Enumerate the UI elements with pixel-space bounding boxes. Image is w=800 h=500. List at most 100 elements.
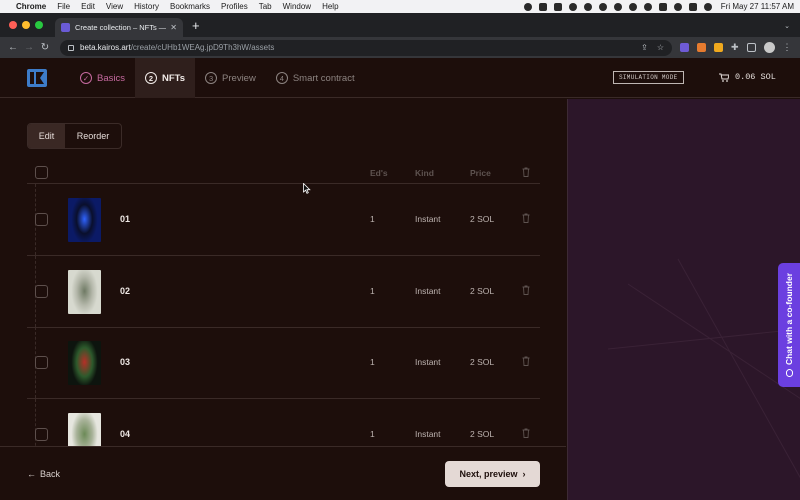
edit-reorder-toggle: Edit Reorder — [27, 123, 122, 149]
close-tab-icon[interactable]: ✕ — [170, 23, 177, 32]
menu-bookmarks[interactable]: Bookmarks — [170, 2, 210, 11]
delete-row-trash-icon[interactable] — [522, 356, 530, 366]
location-icon[interactable] — [613, 2, 622, 11]
reorder-mode-button[interactable]: Reorder — [65, 124, 121, 148]
nft-editions: 1 — [370, 429, 375, 439]
mouse-cursor-icon — [303, 183, 311, 194]
menu-file[interactable]: File — [57, 2, 70, 11]
profile-avatar[interactable] — [763, 42, 775, 53]
step-nav: ✓ Basics 2 NFTs 3 Preview 4 Smart contra… — [70, 58, 365, 98]
back-arrow-icon[interactable]: ← — [6, 42, 20, 53]
control-center-icon[interactable] — [688, 2, 697, 11]
menu-profiles[interactable]: Profiles — [221, 2, 248, 11]
step-label: Basics — [97, 72, 125, 84]
menu-tab[interactable]: Tab — [259, 2, 272, 11]
dropbox-icon[interactable] — [538, 2, 547, 11]
tab-search-icon[interactable]: ⌄ — [784, 22, 790, 30]
minimize-window-icon[interactable] — [22, 21, 30, 29]
delete-all-trash-icon[interactable] — [522, 167, 530, 177]
step-label: NFTs — [161, 72, 186, 84]
tab-title: Create collection – NFTs — Kai — [75, 23, 167, 32]
nft-row[interactable]: 01 1 Instant 2 SOL — [27, 184, 540, 256]
back-label: Back — [40, 469, 61, 479]
delete-row-trash-icon[interactable] — [522, 285, 530, 295]
nft-editions: 1 — [370, 214, 375, 224]
delete-row-trash-icon[interactable] — [522, 213, 530, 223]
menu-help[interactable]: Help — [322, 2, 338, 11]
puzzle-extensions-icon[interactable]: ✚ — [731, 42, 739, 53]
column-kind: Kind — [415, 168, 434, 178]
table-header: Ed's Kind Price — [27, 164, 540, 184]
delete-row-trash-icon[interactable] — [522, 428, 530, 438]
menu-edit[interactable]: Edit — [81, 2, 95, 11]
next-preview-button[interactable]: Next, preview › — [445, 461, 540, 487]
row-checkbox[interactable] — [35, 356, 48, 369]
maximize-window-icon[interactable] — [35, 21, 43, 29]
nft-kind: Instant — [415, 429, 441, 439]
new-tab-icon[interactable]: + — [192, 19, 200, 32]
chrome-menu-icon[interactable]: ⋮ — [783, 42, 792, 53]
cart-amount: 0.06 SOL — [735, 72, 776, 82]
nft-thumbnail[interactable] — [68, 413, 101, 446]
step-nfts[interactable]: 2 NFTs — [134, 58, 196, 98]
menu-history[interactable]: History — [134, 2, 159, 11]
vpn-icon[interactable] — [598, 2, 607, 11]
nft-row[interactable]: 04 1 Instant 2 SOL — [27, 399, 540, 446]
browser-toolbar: ← → ↻ beta.kairos.art/create/cUHb1WEAg.j… — [0, 37, 800, 58]
wifi-icon[interactable] — [673, 2, 682, 11]
menu-app-chrome[interactable]: Chrome — [16, 2, 46, 11]
browser-tab-active[interactable]: Create collection – NFTs — Kai ✕ — [55, 18, 183, 37]
nft-thumbnail[interactable] — [68, 270, 101, 314]
step-smart-contract[interactable]: 4 Smart contract — [266, 58, 365, 98]
row-checkbox[interactable] — [35, 428, 48, 441]
sidebar-icon[interactable] — [746, 43, 756, 52]
extension-metamask-icon[interactable] — [697, 43, 706, 52]
back-button[interactable]: ← Back — [27, 469, 60, 479]
kairos-favicon-icon — [61, 23, 70, 32]
menu-window[interactable]: Window — [283, 2, 311, 11]
cloud-icon[interactable] — [583, 2, 592, 11]
share-icon[interactable]: ⇪ — [641, 43, 648, 52]
menu-clock[interactable]: Fri May 27 11:57 AM — [721, 2, 794, 11]
kairos-logo-icon[interactable] — [27, 69, 47, 87]
arrow-left-icon: ← — [27, 469, 36, 479]
chat-bubble-icon — [785, 369, 793, 378]
reload-icon[interactable]: ↻ — [38, 42, 52, 53]
extension-phantom-icon[interactable] — [714, 43, 723, 52]
lock-icon — [68, 44, 74, 51]
nft-price: 2 SOL — [470, 357, 495, 367]
step-number: 3 — [205, 72, 218, 84]
row-checkbox[interactable] — [35, 213, 48, 226]
extension-kairos-icon[interactable] — [680, 43, 689, 52]
antenna-icon[interactable] — [628, 2, 637, 11]
siri-icon[interactable] — [703, 2, 712, 11]
menu-view[interactable]: View — [106, 2, 123, 11]
nft-editions: 1 — [370, 357, 375, 367]
bluetooth-icon[interactable] — [643, 2, 652, 11]
edit-mode-button[interactable]: Edit — [28, 124, 65, 148]
row-checkbox[interactable] — [35, 285, 48, 298]
close-window-icon[interactable] — [9, 21, 17, 29]
nft-name: 01 — [120, 214, 131, 224]
step-basics[interactable]: ✓ Basics — [70, 58, 135, 98]
wizard-footer: ← Back Next, preview › — [0, 446, 566, 500]
nft-row[interactable]: 02 1 Instant 2 SOL — [27, 256, 540, 328]
creative-cloud-icon[interactable] — [568, 2, 577, 11]
battery-icon[interactable] — [658, 2, 667, 11]
forward-arrow-icon[interactable]: → — [22, 42, 36, 53]
bookmark-star-icon[interactable]: ☆ — [657, 43, 664, 52]
nft-row[interactable]: 03 1 Instant 2 SOL — [27, 327, 540, 399]
nft-name: 03 — [120, 357, 131, 367]
step-preview[interactable]: 3 Preview — [195, 58, 266, 98]
browser-tab-strip: Create collection – NFTs — Kai ✕ + ⌄ — [0, 13, 800, 37]
url-host: beta.kairos.art — [80, 43, 131, 52]
nft-thumbnail[interactable] — [68, 198, 101, 242]
select-all-checkbox[interactable] — [35, 166, 48, 179]
app-w-icon[interactable] — [553, 2, 562, 11]
cart-button[interactable]: 0.06 SOL — [719, 72, 776, 82]
record-icon[interactable] — [523, 2, 532, 11]
nft-thumbnail[interactable] — [68, 341, 101, 385]
assets-panel: Edit Reorder Ed's Kind Price 01 1 Instant 2… — [0, 99, 566, 446]
chat-cofounder-button[interactable]: Chat with a co-founder — [778, 263, 800, 387]
address-bar[interactable]: beta.kairos.art/create/cUHb1WEAg.jpD9Th3… — [60, 39, 672, 56]
